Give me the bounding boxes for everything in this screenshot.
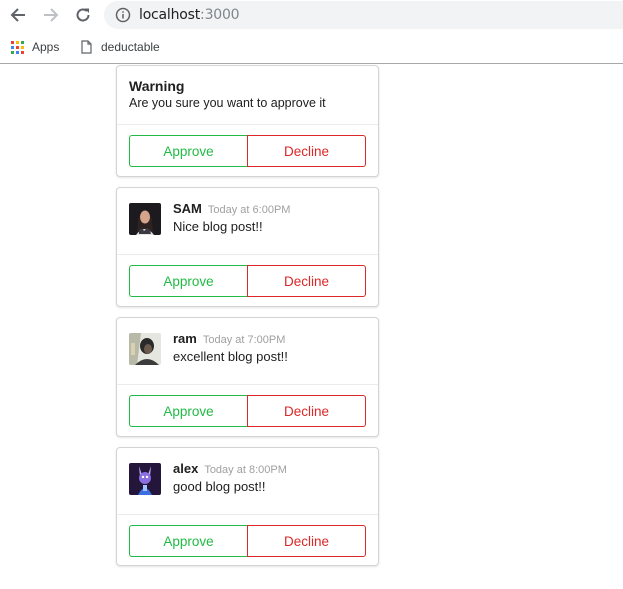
- bookmarks-bar: Apps deductable: [0, 31, 623, 64]
- comment-actions: Approve Decline: [117, 514, 378, 566]
- arrow-right-icon: [44, 8, 59, 22]
- approve-button[interactable]: Approve: [129, 135, 248, 167]
- avatar: [129, 463, 161, 495]
- comment-author[interactable]: ram Today at 7:00PM: [173, 331, 285, 346]
- warning-card: Warning Are you sure you want to approve…: [116, 65, 379, 177]
- bookmark-apps[interactable]: Apps: [11, 38, 59, 56]
- comment-text: excellent blog post!!: [173, 349, 288, 364]
- decline-button[interactable]: Decline: [247, 525, 366, 557]
- comment-card: SAM Today at 6:00PM Nice blog post!! Appr…: [116, 187, 379, 307]
- avatar: [129, 333, 161, 365]
- comment-time: Today at 6:00PM: [207, 204, 291, 216]
- comment-author[interactable]: alex Today at 8:00PM: [173, 461, 287, 476]
- arrow-left-icon: [10, 8, 25, 22]
- info-icon[interactable]: [115, 7, 131, 23]
- reload-button[interactable]: [71, 3, 95, 27]
- comment-time: Today at 8:00PM: [204, 464, 287, 476]
- back-button[interactable]: [6, 3, 30, 27]
- page-icon: [81, 40, 92, 54]
- warning-message: Are you sure you want to approve it: [129, 96, 326, 110]
- bookmark-deductable[interactable]: deductable: [81, 38, 160, 56]
- url-port: :3000: [200, 7, 240, 23]
- browser-toolbar: localhost:3000: [0, 0, 623, 31]
- comment-card: alex Today at 8:00PM good blog post!! App…: [116, 447, 379, 566]
- warning-title: Warning: [129, 78, 185, 94]
- comment-card: ram Today at 7:00PM excellent blog post!!…: [116, 317, 379, 437]
- comment-text: good blog post!!: [173, 479, 266, 494]
- address-bar[interactable]: localhost:3000: [104, 1, 623, 29]
- warning-actions: Approve Decline: [117, 124, 378, 177]
- avatar: [129, 203, 161, 235]
- decline-button[interactable]: Decline: [247, 135, 366, 167]
- bookmark-label: Apps: [32, 40, 60, 54]
- comment-actions: Approve Decline: [117, 254, 378, 307]
- author-name: SAM: [173, 201, 202, 216]
- approve-button[interactable]: Approve: [129, 265, 248, 297]
- comment-author[interactable]: SAM Today at 6:00PM: [173, 201, 290, 216]
- apps-grid-icon: [11, 40, 24, 54]
- decline-button[interactable]: Decline: [247, 265, 366, 297]
- reload-icon: [76, 8, 90, 22]
- button-group: Approve Decline: [129, 135, 366, 167]
- author-name: ram: [173, 331, 197, 346]
- approve-button[interactable]: Approve: [129, 525, 248, 557]
- bookmark-label: deductable: [101, 40, 160, 54]
- author-name: alex: [173, 461, 199, 476]
- button-group: Approve Decline: [129, 265, 366, 297]
- url-text: localhost:3000: [139, 7, 240, 23]
- url-host: localhost: [139, 7, 201, 23]
- comment-time: Today at 7:00PM: [202, 334, 286, 346]
- decline-button[interactable]: Decline: [247, 395, 366, 427]
- button-group: Approve Decline: [129, 395, 366, 427]
- forward-button[interactable]: [39, 3, 63, 27]
- approve-button[interactable]: Approve: [129, 395, 248, 427]
- comment-text: Nice blog post!!: [173, 219, 263, 234]
- comment-actions: Approve Decline: [117, 384, 378, 437]
- button-group: Approve Decline: [129, 525, 366, 557]
